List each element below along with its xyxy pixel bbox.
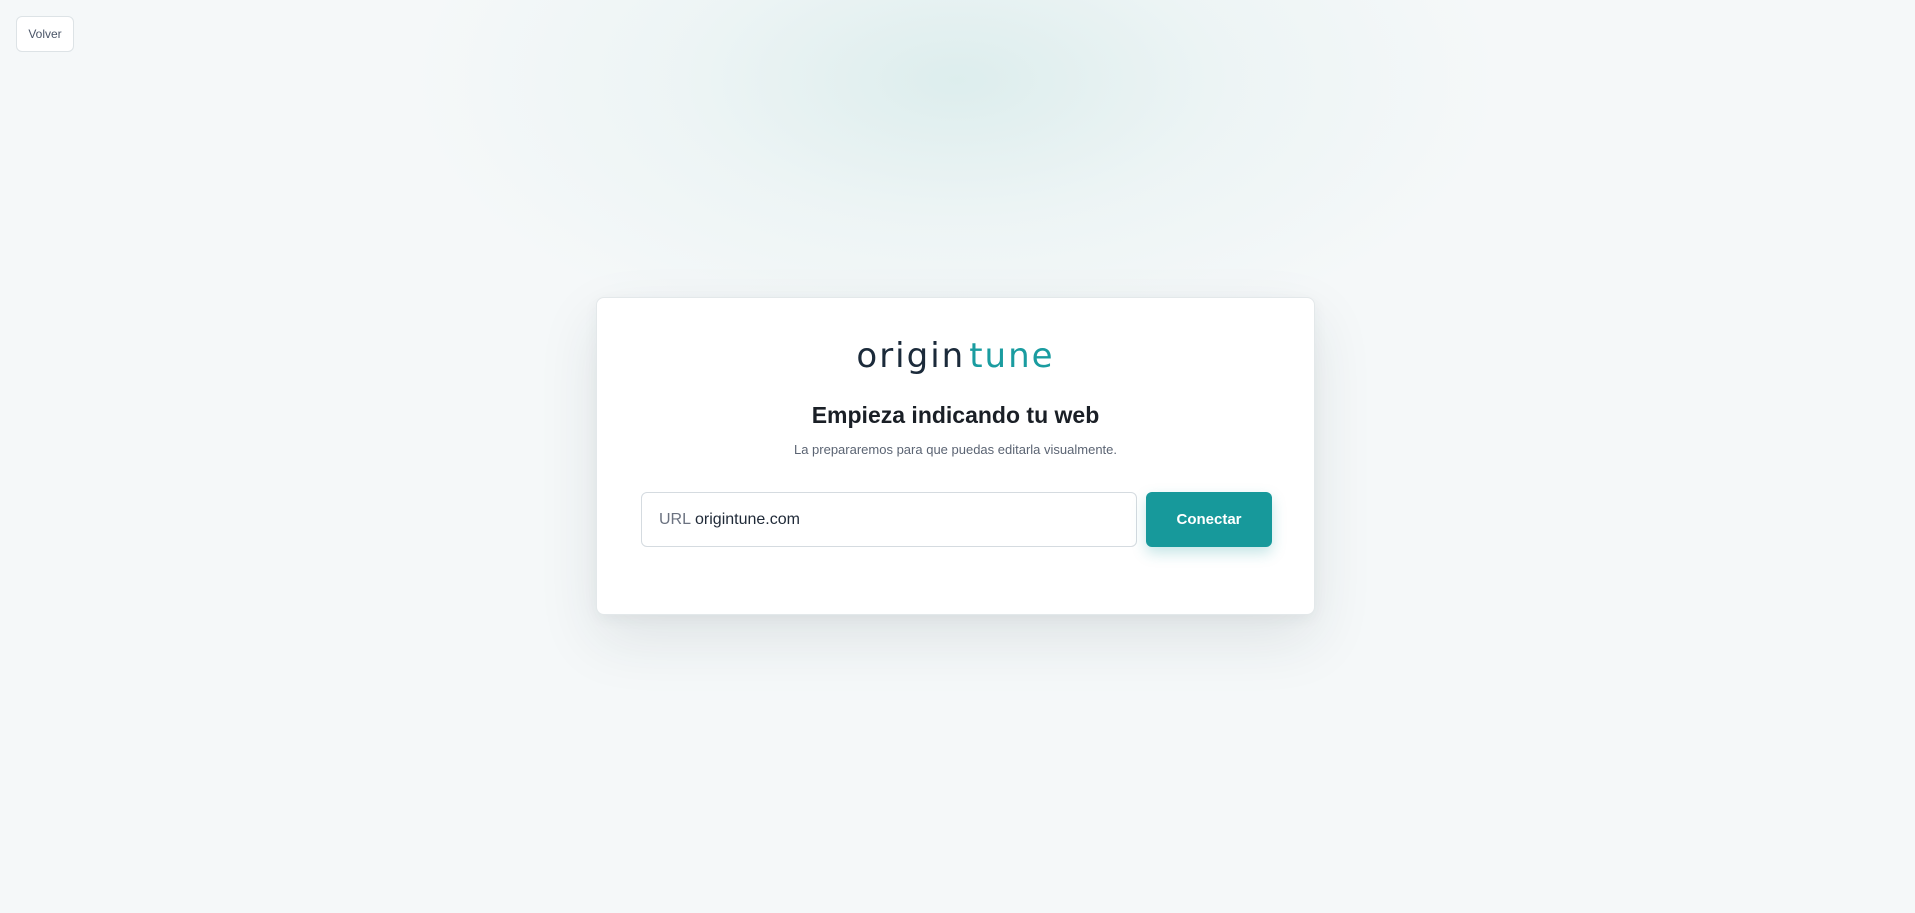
connect-button[interactable]: Conectar bbox=[1146, 492, 1272, 547]
back-button[interactable]: Volver bbox=[16, 16, 74, 52]
url-prefix-label: URL bbox=[659, 510, 692, 528]
onboarding-card: origin tune Empieza indicando tu web La p… bbox=[596, 297, 1315, 615]
page-title: Empieza indicando tu web bbox=[811, 402, 1100, 428]
url-field[interactable]: URL bbox=[641, 492, 1137, 547]
brand-logo: origin tune bbox=[597, 336, 1314, 376]
url-input[interactable] bbox=[695, 510, 1136, 529]
logo-origin-text: origin bbox=[856, 336, 966, 376]
page-subtitle: La prepararemos para que puedas editarla… bbox=[793, 442, 1118, 457]
logo-tune-text: tune bbox=[969, 336, 1055, 376]
